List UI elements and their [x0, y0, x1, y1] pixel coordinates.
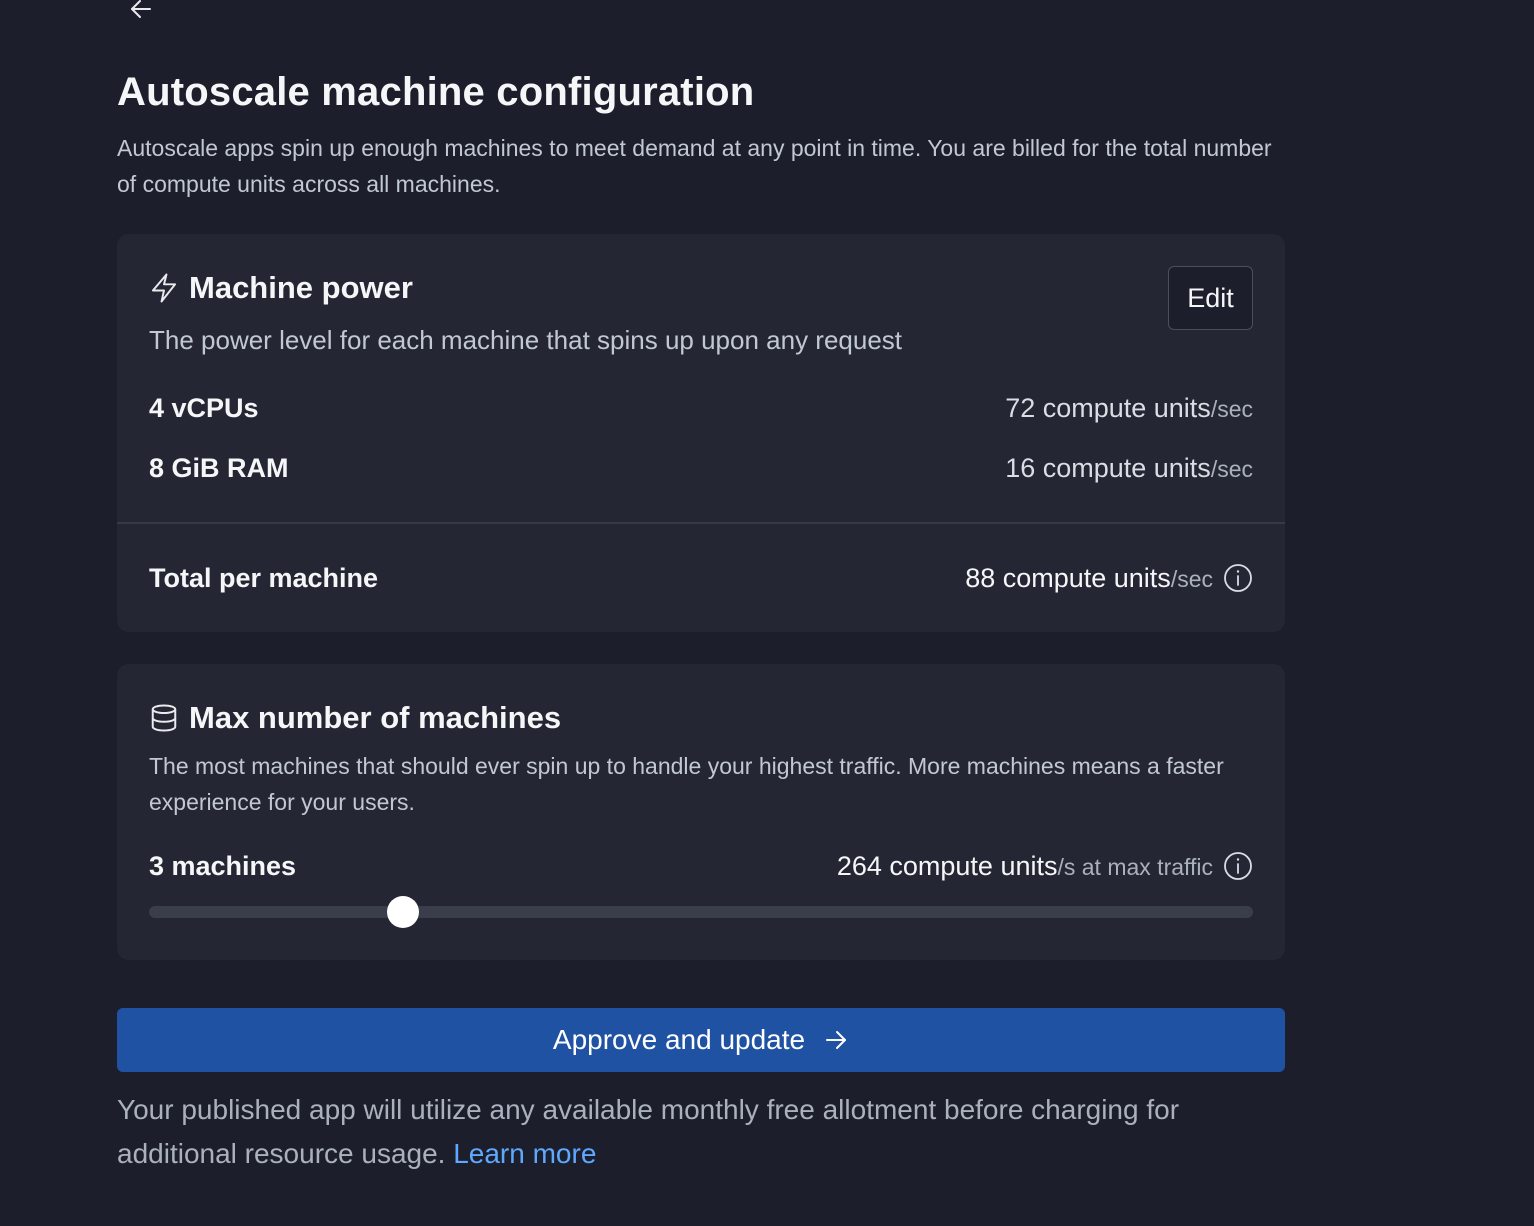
- autoscale-config-page: Autoscale machine configuration Autoscal…: [0, 0, 1534, 1226]
- machine-power-card: Machine power Edit The power level for e…: [117, 234, 1285, 632]
- page-title: Autoscale machine configuration: [117, 70, 755, 114]
- machine-power-description: The power level for each machine that sp…: [149, 325, 903, 355]
- max-machines-title: Max number of machines: [189, 700, 562, 735]
- approve-and-update-button[interactable]: Approve and update: [117, 1008, 1285, 1072]
- max-traffic-unit: /s at max traffic: [1057, 853, 1213, 880]
- total-value: 88 compute units /sec: [965, 563, 1253, 594]
- vcpu-unit: /sec: [1210, 395, 1253, 422]
- machine-power-title: Machine power: [189, 270, 413, 305]
- slider-thumb[interactable]: [386, 896, 419, 928]
- total-label: Total per machine: [149, 562, 379, 593]
- ram-label: 8 GiB RAM: [149, 452, 289, 483]
- learn-more-link[interactable]: Learn more: [453, 1138, 596, 1169]
- back-button[interactable]: [126, 0, 156, 24]
- page-subtitle: Autoscale apps spin up enough machines t…: [117, 135, 1272, 197]
- ram-row: 8 GiB RAM 16 compute units /sec: [149, 448, 1253, 488]
- info-icon[interactable]: [1223, 851, 1253, 881]
- footer-note: Your published app will utilize any avai…: [117, 1088, 1277, 1176]
- ram-compute-units: 16 compute units: [1005, 452, 1211, 483]
- vcpu-label: 4 vCPUs: [149, 392, 259, 423]
- total-compute-units: 88 compute units: [965, 562, 1171, 593]
- max-machines-card: Max number of machines The most machines…: [117, 664, 1285, 960]
- database-icon: [151, 704, 177, 732]
- edit-button[interactable]: Edit: [1168, 266, 1253, 330]
- vcpu-compute-units: 72 compute units: [1005, 392, 1211, 423]
- max-traffic-value: 264 compute units /s at max traffic: [837, 851, 1253, 882]
- arrow-left-icon: [131, 0, 151, 18]
- approve-label: Approve and update: [552, 1024, 806, 1055]
- ram-value: 16 compute units /sec: [1005, 453, 1253, 484]
- machines-slider[interactable]: [149, 896, 1253, 928]
- divider: [117, 522, 1285, 524]
- vcpu-value: 72 compute units /sec: [1005, 393, 1253, 424]
- footer-text: Your published app will utilize any avai…: [117, 1094, 1180, 1169]
- max-machines-description: The most machines that should ever spin …: [149, 753, 1224, 815]
- total-row: Total per machine 88 compute units /sec: [149, 558, 1253, 598]
- info-icon[interactable]: [1223, 563, 1253, 593]
- lightning-bolt-icon: [151, 273, 177, 303]
- max-machines-header: Max number of machines: [149, 700, 561, 736]
- machines-count-row: 3 machines 264 compute units /s at max t…: [149, 846, 1253, 886]
- vcpu-row: 4 vCPUs 72 compute units /sec: [149, 388, 1253, 428]
- ram-unit: /sec: [1210, 455, 1253, 482]
- machine-power-header: Machine power: [149, 270, 413, 306]
- total-unit: /sec: [1170, 565, 1213, 592]
- max-traffic-compute-units: 264 compute units: [836, 850, 1058, 881]
- machines-count-label: 3 machines: [149, 850, 297, 881]
- arrow-right-icon: [826, 1031, 847, 1049]
